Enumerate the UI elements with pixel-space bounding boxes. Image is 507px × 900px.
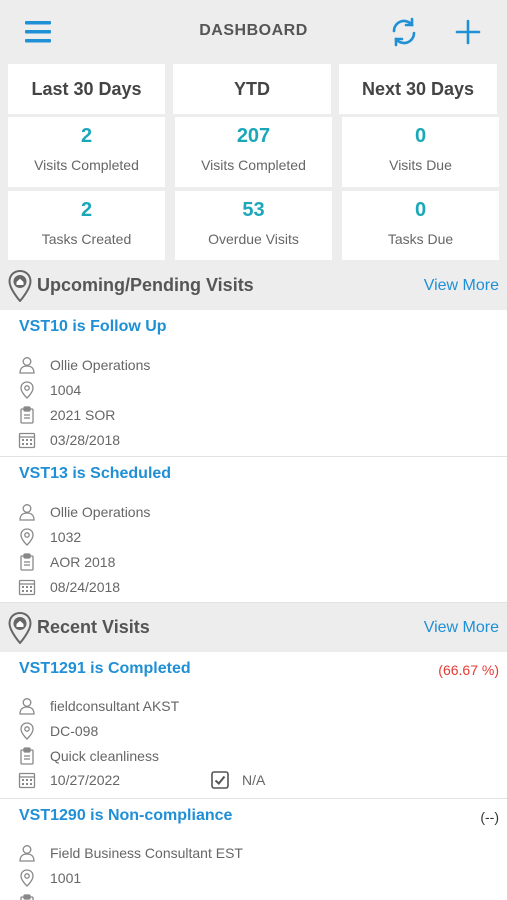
stat-tasks-due[interactable]: 0 Tasks Due <box>342 191 499 260</box>
person-icon <box>19 698 35 715</box>
person-icon <box>19 504 35 521</box>
person-icon <box>19 845 35 862</box>
stat-visits-completed-last-30[interactable]: 2 Visits Completed <box>8 117 165 187</box>
tab-ytd[interactable]: YTD <box>173 64 331 114</box>
view-more-link[interactable]: View More <box>424 619 499 637</box>
stat-visits-due[interactable]: 0 Visits Due <box>342 117 499 187</box>
tab-next-30-days[interactable]: Next 30 Days <box>339 64 497 114</box>
stat-value: 2 <box>80 199 93 221</box>
stat-label: Visits Due <box>389 157 452 173</box>
visit-person-row: fieldconsultant AKST <box>18 695 179 717</box>
stat-overdue-visits[interactable]: 53 Overdue Visits <box>175 191 332 260</box>
visit-form-row <box>18 892 36 900</box>
section-title: Upcoming/Pending Visits <box>37 275 254 295</box>
visit-person: Field Business Consultant EST <box>50 845 243 861</box>
visit-person-row: Ollie Operations <box>18 354 150 376</box>
visit-title[interactable]: VST10 is Follow Up <box>19 318 167 336</box>
visit-location-row: 1001 <box>18 867 81 889</box>
visit-form-row: AOR 2018 <box>18 551 115 573</box>
stat-label: Visits Completed <box>34 157 139 173</box>
visit-form-row: Quick cleanliness <box>18 745 159 767</box>
visit-form-row: 2021 SOR <box>18 404 115 426</box>
visit-title[interactable]: VST13 is Scheduled <box>19 465 171 483</box>
visit-person-row: Ollie Operations <box>18 501 150 523</box>
visit-date: 03/28/2018 <box>50 432 121 448</box>
visit-form: 2021 SOR <box>50 407 116 423</box>
visit-date-row: 10/27/2022 <box>18 769 120 791</box>
section-title: Recent Visits <box>37 617 150 637</box>
tab-last-30-days[interactable]: Last 30 Days <box>8 64 165 114</box>
visit-location: DC-098 <box>50 723 99 739</box>
visit-location-row: DC-098 <box>18 720 98 742</box>
visit-card[interactable]: VST1290 is Non-compliance (--) Field Bus… <box>0 799 507 900</box>
period-tabs: Last 30 Days YTD Next 30 Days <box>0 64 507 114</box>
visit-location: 1004 <box>50 382 82 398</box>
location-pin-icon <box>20 869 34 887</box>
visit-date-row: 08/24/2018 <box>18 576 120 598</box>
calendar-icon <box>18 772 36 789</box>
visit-card[interactable]: VST10 is Follow Up Ollie Operations 1004… <box>0 310 507 457</box>
visit-card[interactable]: VST1291 is Completed (66.67 %) fieldcons… <box>0 652 507 799</box>
stat-value: 53 <box>242 199 265 221</box>
calendar-icon <box>18 432 36 449</box>
visit-person: Ollie Operations <box>50 504 151 520</box>
stat-value: 2 <box>80 125 93 147</box>
clipboard-icon <box>20 553 34 571</box>
clipboard-icon <box>20 406 34 424</box>
top-bar: DASHBOARD <box>0 0 507 64</box>
location-pin-icon <box>20 381 34 399</box>
visit-form: AOR 2018 <box>50 554 116 570</box>
visit-person: Ollie Operations <box>50 357 151 373</box>
location-home-pin-icon <box>8 269 32 303</box>
visit-person-row: Field Business Consultant EST <box>18 842 243 864</box>
clipboard-icon <box>20 894 34 900</box>
visit-title[interactable]: VST1291 is Completed <box>19 660 191 678</box>
person-icon <box>19 357 35 374</box>
visit-card[interactable]: VST13 is Scheduled Ollie Operations 1032… <box>0 457 507 603</box>
stat-label: Overdue Visits <box>208 231 299 247</box>
visit-date-row: 03/28/2018 <box>18 429 120 451</box>
stat-value: 207 <box>236 125 271 147</box>
location-home-pin-icon <box>8 611 32 645</box>
clipboard-icon <box>20 747 34 765</box>
stat-visits-completed-ytd[interactable]: 207 Visits Completed <box>175 117 332 187</box>
stat-label: Tasks Created <box>41 231 132 247</box>
stat-value: 0 <box>414 199 427 221</box>
visit-date: 10/27/2022 <box>50 772 121 788</box>
stat-tasks-created[interactable]: 2 Tasks Created <box>8 191 165 260</box>
visit-date: 08/24/2018 <box>50 579 121 595</box>
recent-visits-header: Recent Visits View More <box>0 604 507 652</box>
stat-label: Visits Completed <box>201 157 306 173</box>
na-label: N/A <box>242 772 266 788</box>
checkbox-checked-icon[interactable] <box>210 770 230 790</box>
page-title: DASHBOARD <box>199 22 308 39</box>
visit-score: (--) <box>480 809 499 825</box>
stat-value: 0 <box>414 125 427 147</box>
visit-location: 1032 <box>50 529 82 545</box>
visit-score: (66.67 %) <box>438 662 499 678</box>
visit-location: 1001 <box>50 870 82 886</box>
view-more-link[interactable]: View More <box>424 277 499 295</box>
visit-location-row: 1004 <box>18 379 81 401</box>
visit-title[interactable]: VST1290 is Non-compliance <box>19 807 232 825</box>
visit-location-row: 1032 <box>18 526 81 548</box>
calendar-icon <box>18 579 36 596</box>
location-pin-icon <box>20 528 34 546</box>
location-pin-icon <box>20 722 34 740</box>
na-checkbox-row[interactable]: N/A <box>210 769 265 791</box>
upcoming-visits-header: Upcoming/Pending Visits View More <box>0 262 507 310</box>
stat-label: Tasks Due <box>387 231 454 247</box>
visit-form: Quick cleanliness <box>50 748 159 764</box>
plus-icon[interactable] <box>452 16 484 48</box>
refresh-icon[interactable] <box>388 16 420 48</box>
visit-person: fieldconsultant AKST <box>50 698 180 714</box>
